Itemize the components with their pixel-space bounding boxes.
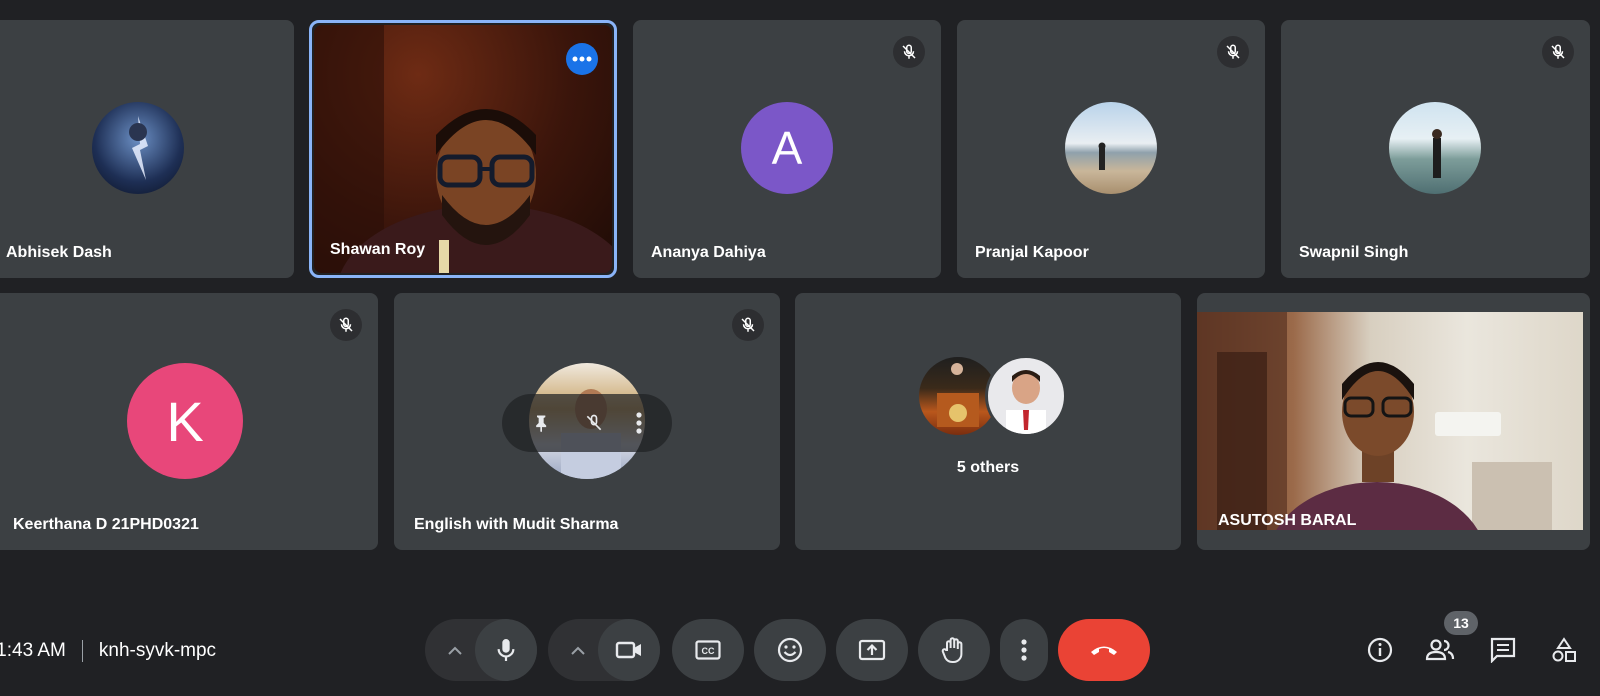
captions-button[interactable]: CC [672, 619, 744, 681]
participant-name: Swapnil Singh [1299, 244, 1409, 261]
camera-icon [615, 640, 643, 660]
participant-photo-avatar [92, 102, 184, 194]
participant-tile-asutosh[interactable]: ASUTOSH BARAL [1197, 293, 1590, 550]
mute-participant-icon[interactable] [584, 412, 604, 434]
activities-button[interactable] [1544, 630, 1584, 670]
tile-more-options-icon[interactable] [636, 412, 642, 434]
people-count-badge: 13 [1444, 611, 1478, 635]
meeting-code: knh-syvk-mpc [98, 640, 217, 661]
captions-icon: CC [695, 640, 721, 660]
tile-hover-controls [502, 394, 672, 452]
end-call-button[interactable] [1058, 619, 1150, 681]
participant-photo-avatar [1389, 102, 1481, 194]
meeting-info: 11:43 AM knh-syvk-mpc [0, 636, 216, 666]
reactions-button[interactable] [754, 619, 826, 681]
clock-time: 11:43 AM [0, 640, 66, 661]
end-call-icon [1089, 643, 1119, 657]
more-options-icon [1021, 639, 1027, 661]
mic-off-icon [330, 309, 362, 341]
emoji-icon [777, 637, 803, 663]
present-button[interactable] [836, 619, 908, 681]
mic-off-icon [732, 309, 764, 341]
participant-tile-ananya[interactable]: A Ananya Dahiya [633, 20, 941, 278]
participant-tile-pranjal[interactable]: Pranjal Kapoor [957, 20, 1265, 278]
people-icon [1425, 639, 1455, 661]
mic-button[interactable] [475, 619, 537, 681]
mic-off-icon [1542, 36, 1574, 68]
info-icon [1367, 637, 1393, 663]
pin-icon[interactable] [532, 412, 552, 434]
participant-tile-swapnil[interactable]: Swapnil Singh [1281, 20, 1590, 278]
participant-name: Shawan Roy [330, 241, 426, 258]
info-divider [81, 640, 83, 662]
mic-icon [495, 637, 517, 663]
others-count-label: 5 others [956, 459, 1020, 476]
chat-button[interactable] [1483, 630, 1523, 670]
participant-name: Pranjal Kapoor [975, 244, 1089, 261]
participant-name: Keerthana D 21PHD0321 [13, 516, 199, 533]
raise-hand-icon [941, 636, 967, 664]
video-settings-chevron-up-icon[interactable] [553, 619, 603, 681]
svg-text:CC: CC [702, 646, 715, 656]
group-avatar-2 [985, 355, 1067, 437]
participant-letter-avatar: K [127, 363, 243, 479]
participant-tile-others[interactable]: 5 others [795, 293, 1181, 550]
more-options-button[interactable] [1000, 619, 1048, 681]
participant-name: Ananya Dahiya [651, 244, 766, 261]
meeting-details-button[interactable] [1360, 630, 1400, 670]
participant-name: Abhisek Dash [6, 244, 112, 261]
camera-button[interactable] [598, 619, 660, 681]
participant-tile-abhisek[interactable]: Abhisek Dash [0, 20, 294, 278]
raise-hand-button[interactable] [918, 619, 990, 681]
participant-letter-avatar: A [741, 102, 833, 194]
participant-tile-keerthana[interactable]: K Keerthana D 21PHD0321 [0, 293, 378, 550]
people-button[interactable] [1420, 630, 1460, 670]
audio-settings-chevron-up-icon[interactable] [430, 619, 480, 681]
activities-icon [1551, 637, 1577, 663]
present-screen-icon [858, 639, 886, 661]
participant-name: English with Mudit Sharma [414, 516, 619, 533]
mic-off-icon [1217, 36, 1249, 68]
participant-photo-avatar [1065, 102, 1157, 194]
participant-tile-shawan[interactable]: Shawan Roy [314, 25, 612, 273]
chat-icon [1490, 637, 1516, 663]
participant-name: ASUTOSH BARAL [1218, 512, 1357, 529]
video-frame [1197, 312, 1583, 530]
mic-off-icon [893, 36, 925, 68]
more-options-icon[interactable] [566, 43, 598, 75]
meet-stage: Abhisek Dash Shawan Roy A Ananya Dahiya [0, 0, 1600, 696]
